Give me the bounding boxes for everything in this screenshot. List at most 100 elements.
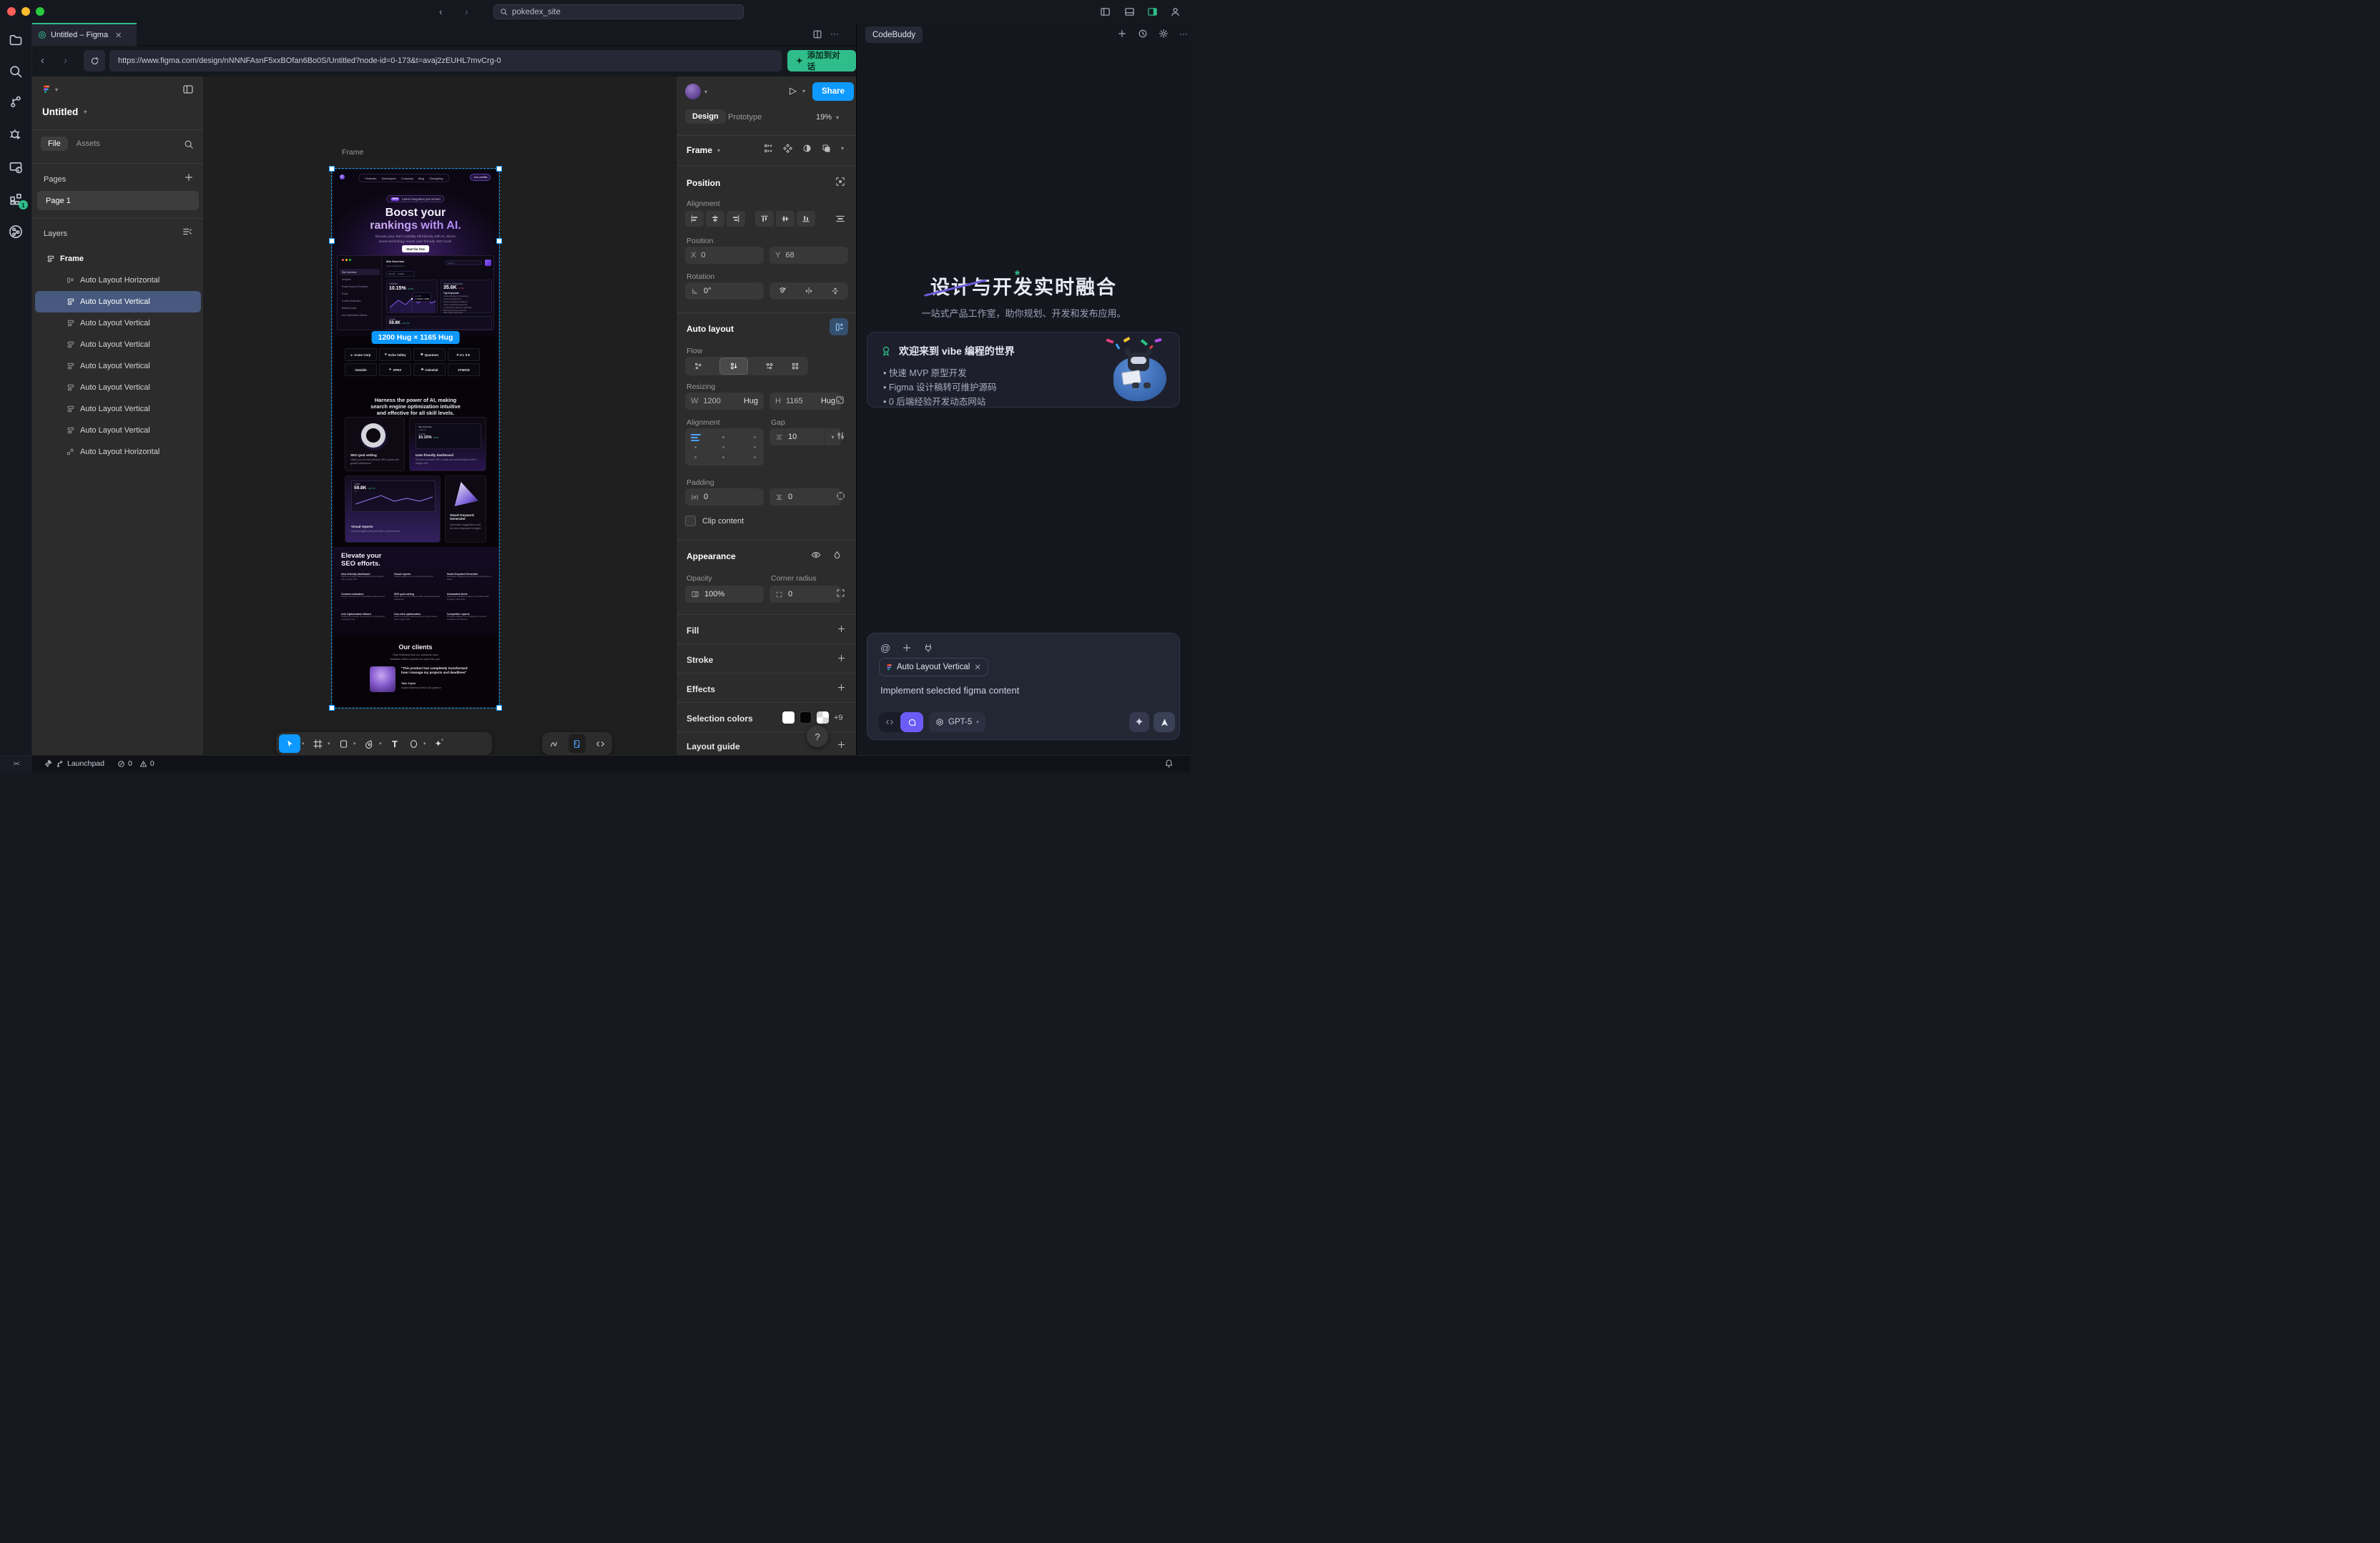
toggle-bottom-panel-icon[interactable] xyxy=(1121,4,1137,19)
page-item[interactable]: Page 1 xyxy=(37,191,199,210)
notifications-bell-icon[interactable] xyxy=(1164,759,1174,768)
selection-color-black[interactable] xyxy=(800,711,812,724)
resize-options-icon[interactable] xyxy=(835,395,845,405)
zoom-window-button[interactable] xyxy=(36,7,44,16)
project-chevron-icon[interactable]: ▾ xyxy=(84,109,87,115)
present-chevron-icon[interactable]: ▾ xyxy=(802,88,805,94)
debug-icon[interactable] xyxy=(9,127,24,142)
codebuddy-tab[interactable]: CodeBuddy xyxy=(865,26,923,43)
flow-vertical-selected[interactable] xyxy=(719,358,748,375)
pen-tool[interactable] xyxy=(360,734,378,753)
move-tool[interactable] xyxy=(279,734,300,753)
project-graph-icon[interactable] xyxy=(9,225,24,240)
mask-icon[interactable] xyxy=(802,144,812,153)
auto-layout-active-icon[interactable] xyxy=(830,318,848,335)
avatar[interactable] xyxy=(685,84,701,99)
add-layout-guide-icon[interactable] xyxy=(837,740,846,749)
history-forward-button[interactable]: › xyxy=(465,6,468,17)
source-control-icon[interactable] xyxy=(9,94,24,109)
padding-v-field[interactable]: 0 xyxy=(769,488,841,506)
flow-horizontal-icon[interactable] xyxy=(765,362,774,370)
frame-to-selection-icon[interactable] xyxy=(835,177,845,187)
layer-row-frame[interactable]: Frame xyxy=(35,248,201,270)
settings-gear-icon[interactable] xyxy=(1159,29,1169,39)
individual-padding-icon[interactable] xyxy=(836,491,845,501)
selection-color-white[interactable] xyxy=(782,711,795,724)
chip-remove-icon[interactable]: ✕ xyxy=(974,662,981,672)
tab-design[interactable]: Design xyxy=(685,109,726,124)
account-icon[interactable] xyxy=(1167,4,1183,19)
panel-more-icon[interactable]: ··· xyxy=(1179,29,1188,39)
layer-row[interactable]: Auto Layout Vertical xyxy=(35,398,201,420)
blend-mode-icon[interactable] xyxy=(832,551,842,560)
enhance-prompt-button[interactable]: ✦ xyxy=(1129,712,1149,732)
toggle-left-panel-icon[interactable] xyxy=(1097,4,1113,19)
split-editor-icon[interactable] xyxy=(810,27,825,41)
layer-row[interactable]: Auto Layout Vertical xyxy=(35,312,201,334)
selection-type[interactable]: Frame xyxy=(687,145,712,155)
layer-row[interactable]: Auto Layout Vertical xyxy=(35,377,201,398)
remote-indicator[interactable]: >< xyxy=(0,756,32,772)
frame-tool[interactable] xyxy=(309,734,326,753)
new-chat-icon[interactable] xyxy=(1117,29,1127,39)
remote-explorer-icon[interactable] xyxy=(9,160,24,175)
opacity-field[interactable]: 100% xyxy=(685,586,764,603)
y-position-field[interactable]: Y68 xyxy=(769,247,848,264)
spacing-settings-icon[interactable] xyxy=(836,431,845,440)
boolean-chevron-icon[interactable]: ▾ xyxy=(841,145,844,152)
zoom-menu[interactable]: 19% ▾ xyxy=(816,113,839,122)
layers-list-icon[interactable] xyxy=(182,227,192,237)
boolean-icon[interactable] xyxy=(822,144,831,153)
mcp-plug-icon[interactable] xyxy=(923,643,933,653)
flip-vertical-icon[interactable] xyxy=(831,287,840,295)
figma-menu[interactable]: ▾ xyxy=(42,84,58,95)
layer-row[interactable]: Auto Layout Horizontal xyxy=(35,270,201,291)
frame-tool-chevron[interactable]: ▾ xyxy=(328,741,333,746)
layer-row-selected[interactable]: Auto Layout Vertical xyxy=(35,291,201,312)
close-window-button[interactable] xyxy=(7,7,16,16)
width-field[interactable]: W1200 Hug xyxy=(685,393,764,410)
align-center-h-button[interactable] xyxy=(706,211,724,227)
align-top-button[interactable] xyxy=(755,211,774,227)
ellipse-tool-chevron[interactable]: ▾ xyxy=(423,741,429,746)
reload-icon[interactable] xyxy=(84,50,105,72)
tab-assets[interactable]: Assets xyxy=(77,139,100,148)
tab-file[interactable]: File xyxy=(41,137,68,151)
align-bottom-button[interactable] xyxy=(797,211,815,227)
individual-corners-icon[interactable] xyxy=(836,588,845,598)
selection-color-mixed[interactable] xyxy=(817,711,829,724)
add-stroke-icon[interactable] xyxy=(837,654,846,663)
align-left-button[interactable] xyxy=(685,211,704,227)
tab-prototype[interactable]: Prototype xyxy=(728,113,762,122)
distribute-icon[interactable] xyxy=(835,214,845,224)
figma-canvas[interactable]: Frame FeaturesDevelopersCompanyBlogChang… xyxy=(204,77,676,755)
height-field[interactable]: H1165 Hug xyxy=(769,393,841,410)
chat-input-card[interactable]: @ Auto Layout Vertical ✕ Implement selec… xyxy=(867,633,1180,740)
visibility-eye-icon[interactable] xyxy=(811,550,821,560)
gap-field[interactable]: 10 xyxy=(769,433,824,441)
align-center-v-button[interactable] xyxy=(776,211,795,227)
draw-mode-icon[interactable] xyxy=(545,734,562,753)
project-name[interactable]: Untitled xyxy=(42,107,78,117)
layer-row[interactable]: Auto Layout Horizontal xyxy=(35,441,201,463)
tab-untitled-figma[interactable]: Untitled – Figma ✕ xyxy=(32,23,137,46)
align-right-button[interactable] xyxy=(727,211,745,227)
toggle-right-panel-icon[interactable] xyxy=(1144,4,1160,19)
code-mode-icon[interactable] xyxy=(592,734,609,753)
figma-context-chip[interactable]: Auto Layout Vertical ✕ xyxy=(879,658,988,676)
clip-content-checkbox[interactable] xyxy=(685,516,696,526)
add-to-chat-button[interactable]: ✦ 添加到对话 xyxy=(787,50,856,72)
mention-icon[interactable]: @ xyxy=(880,642,890,654)
x-position-field[interactable]: X0 xyxy=(685,247,764,264)
attach-icon[interactable] xyxy=(902,643,912,653)
add-fill-icon[interactable] xyxy=(837,624,846,634)
flow-freeform-icon[interactable] xyxy=(694,362,702,370)
model-selector[interactable]: GPT-5 ▾ xyxy=(929,712,985,732)
editor-more-icon[interactable]: ··· xyxy=(830,29,839,39)
code-mode-toggle[interactable] xyxy=(879,712,900,732)
history-icon[interactable] xyxy=(1138,29,1148,39)
selected-frame[interactable]: FeaturesDevelopersCompanyBlogChangelog J… xyxy=(333,169,498,707)
layer-row[interactable]: Auto Layout Vertical xyxy=(35,334,201,355)
padding-h-field[interactable]: 0 xyxy=(685,488,764,506)
share-button[interactable]: Share xyxy=(812,82,854,101)
